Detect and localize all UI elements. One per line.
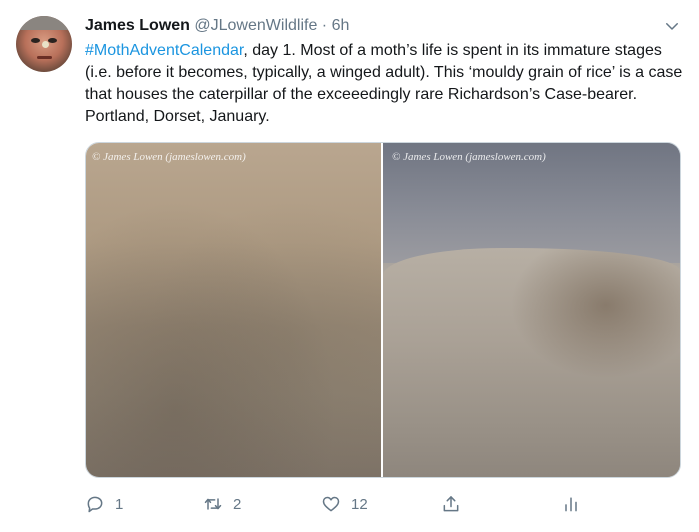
- separator-dot: ·: [321, 17, 328, 34]
- heart-icon: [322, 496, 340, 512]
- photo-right[interactable]: [383, 143, 680, 477]
- avatar[interactable]: [16, 16, 72, 72]
- tweet-header: James Lowen @JLowenWildlife · 6h: [85, 15, 349, 37]
- photo-credit-right: © James Lowen (jameslowen.com): [392, 151, 546, 163]
- tweet-time[interactable]: 6h: [332, 17, 350, 34]
- share-icon: [443, 496, 459, 512]
- hashtag-link[interactable]: #MothAdventCalendar: [85, 42, 243, 59]
- reply-icon: [87, 496, 103, 513]
- photo-left[interactable]: [86, 143, 381, 477]
- reply-count: 1: [115, 495, 124, 513]
- retweet-count: 2: [233, 495, 242, 513]
- photo-credit-left: © James Lowen (jameslowen.com): [92, 151, 246, 163]
- like-button[interactable]: 12: [321, 492, 368, 516]
- retweet-button[interactable]: 2: [203, 492, 241, 516]
- analytics-button[interactable]: [561, 492, 581, 516]
- retweet-icon: [204, 498, 222, 510]
- analytics-icon: [565, 497, 577, 512]
- action-bar: 1 2 12: [85, 492, 685, 516]
- media-grid: © James Lowen (jameslowen.com) © James L…: [85, 142, 681, 478]
- photo-divider: [381, 143, 383, 477]
- share-button[interactable]: [441, 492, 461, 516]
- tweet: James Lowen @JLowenWildlife · 6h #MothAd…: [0, 0, 699, 532]
- author-handle[interactable]: @JLowenWildlife: [194, 17, 317, 34]
- author-name[interactable]: James Lowen: [85, 17, 190, 34]
- chevron-down-icon[interactable]: [663, 17, 681, 35]
- tweet-text: #MothAdventCalendar, day 1. Most of a mo…: [85, 40, 685, 128]
- reply-button[interactable]: 1: [85, 492, 123, 516]
- like-count: 12: [351, 495, 368, 513]
